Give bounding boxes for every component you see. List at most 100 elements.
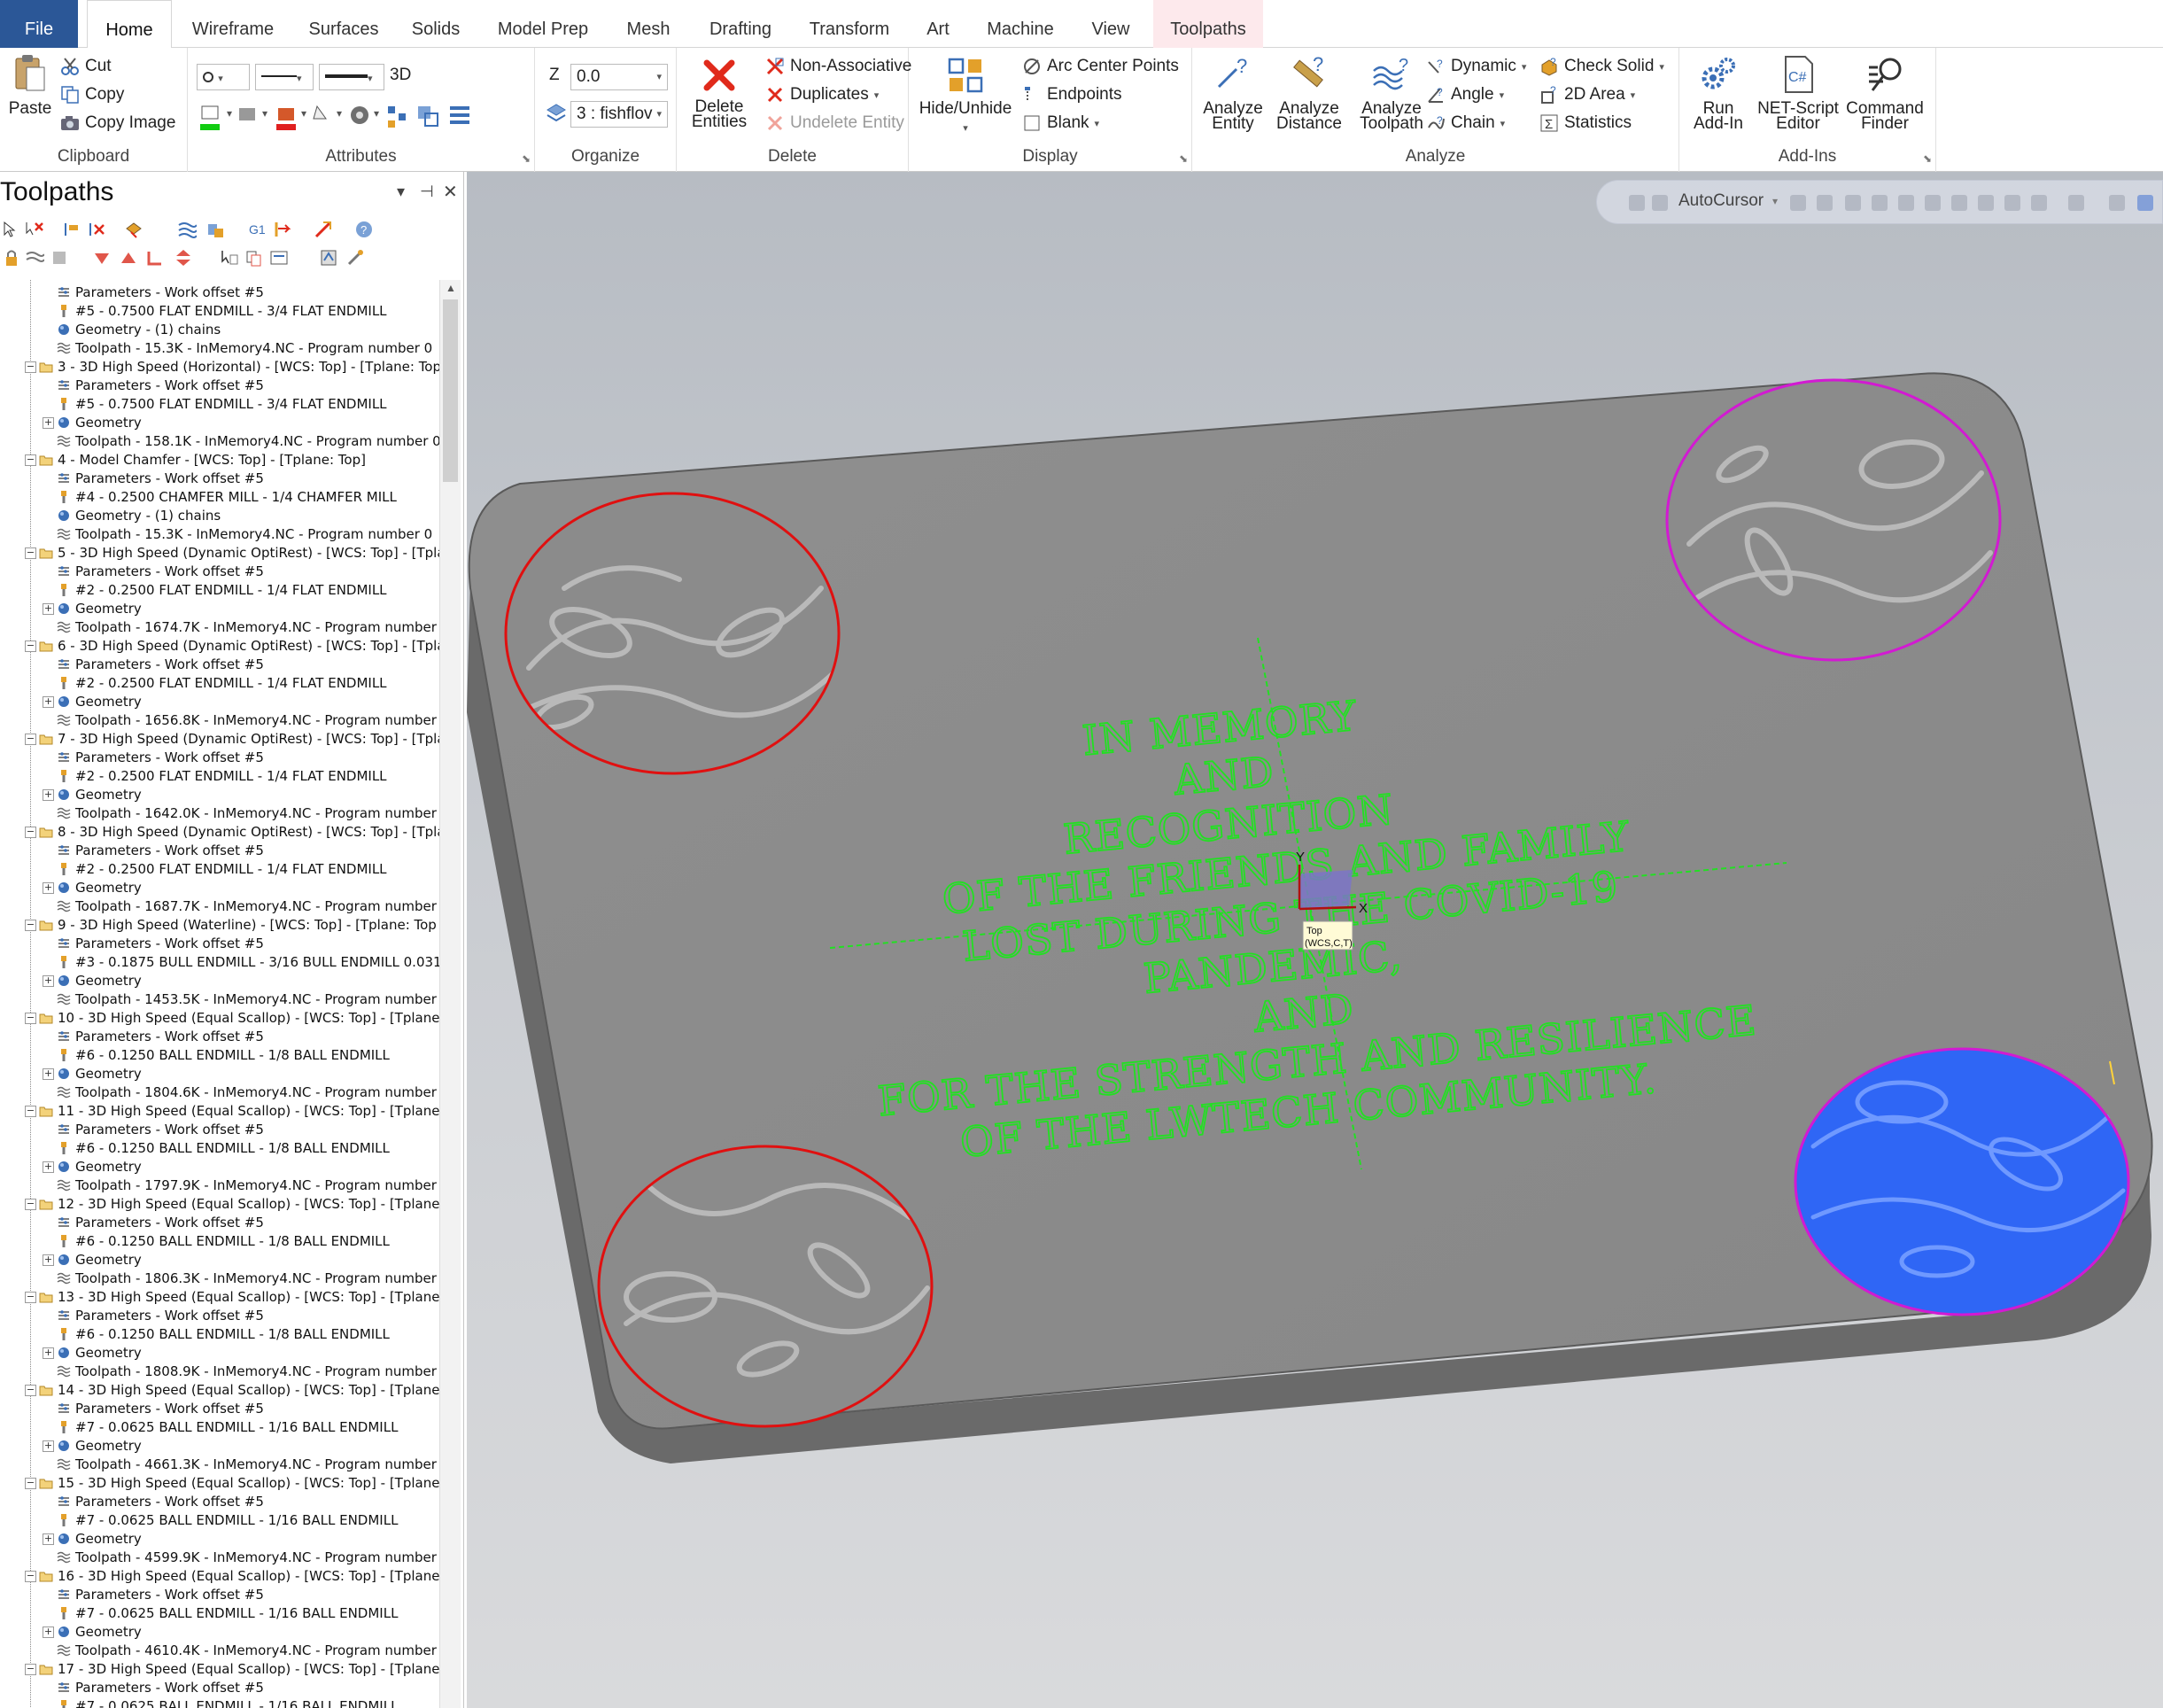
z-depth-input[interactable]: 0.0 ▾	[570, 64, 668, 90]
tree-toolpath-item[interactable]: Toolpath - 1656.8K - InMemory4.NC - Prog…	[57, 711, 439, 730]
tree-tool-item[interactable]: #3 - 0.1875 BULL ENDMILL - 3/16 BULL END…	[57, 953, 439, 972]
tree-operation-item[interactable]: 5 - 3D High Speed (Dynamic OptiRest) - […	[39, 544, 439, 563]
paste-button[interactable]: Paste	[5, 53, 55, 117]
copy-operation-icon[interactable]	[244, 248, 264, 268]
tab-transform[interactable]: Transform	[802, 0, 896, 48]
tree-toolpath-item[interactable]: Toolpath - 1674.7K - InMemory4.NC - Prog…	[57, 618, 439, 637]
deselect-operations-icon[interactable]	[25, 220, 44, 239]
tree-operation-item[interactable]: 11 - 3D High Speed (Equal Scallop) - [WC…	[39, 1102, 439, 1121]
tree-toolpath-item[interactable]: Toolpath - 1453.5K - InMemory4.NC - Prog…	[57, 990, 439, 1009]
tree-tool-item[interactable]: #7 - 0.0625 BALL ENDMILL - 1/16 BALL END…	[57, 1697, 398, 1708]
tree-toolpath-item[interactable]: Toolpath - 4661.3K - InMemory4.NC - Prog…	[57, 1456, 439, 1474]
tree-operation-item[interactable]: 16 - 3D High Speed (Equal Scallop) - [WC…	[39, 1567, 439, 1586]
tab-solids[interactable]: Solids	[400, 0, 471, 48]
delete-entities-button[interactable]: Delete Entities	[682, 58, 756, 130]
tree-toolpath-item[interactable]: Toolpath - 1797.9K - InMemory4.NC - Prog…	[57, 1176, 439, 1195]
tree-geometry-item[interactable]: Geometry	[57, 786, 142, 804]
model-scene[interactable]: IN MEMORY AND RECOGNITION OF THE FRIENDS…	[467, 172, 2163, 1708]
wireframe-select-icon[interactable]	[1872, 195, 1888, 211]
tree-operation-item[interactable]: 8 - 3D High Speed (Dynamic OptiRest) - […	[39, 823, 439, 842]
tab-home[interactable]: Home	[87, 0, 172, 49]
simulate-icon[interactable]	[205, 220, 225, 239]
expand-toggle[interactable]: +	[43, 1068, 54, 1080]
line-style-select[interactable]: ▾	[255, 64, 314, 90]
tree-geometry-item[interactable]: Geometry	[57, 1251, 142, 1269]
tree-tool-item[interactable]: #2 - 0.2500 FLAT ENDMILL - 1/4 FLAT ENDM…	[57, 674, 387, 693]
tool-manager-icon[interactable]	[345, 248, 365, 268]
tree-operation-item[interactable]: 17 - 3D High Speed (Equal Scallop) - [WC…	[39, 1660, 439, 1679]
tree-parameters-item[interactable]: Parameters - Work offset #5	[57, 1028, 264, 1046]
statistics-button[interactable]: Σ Statistics	[1539, 113, 1632, 133]
tree-toolpath-item[interactable]: Toolpath - 15.3K - InMemory4.NC - Progra…	[57, 525, 432, 544]
expand-toggle[interactable]: +	[43, 603, 54, 615]
hide-unhide-button[interactable]: Hide/Unhide ▾	[914, 57, 1017, 136]
tree-toolpath-item[interactable]: Toolpath - 4610.4K - InMemory4.NC - Prog…	[57, 1642, 439, 1660]
regenerate-selected-icon[interactable]	[62, 220, 81, 239]
toggle-posting-icon[interactable]	[50, 248, 69, 268]
undelete-entity-button[interactable]: Undelete Entity	[765, 113, 904, 133]
tree-operation-item[interactable]: 14 - 3D High Speed (Equal Scallop) - [WC…	[39, 1381, 439, 1400]
mode-3d-toggle[interactable]: 3D	[390, 66, 411, 85]
mesh-select-icon[interactable]	[1978, 195, 1994, 211]
verify-select-icon[interactable]	[2004, 195, 2020, 211]
tree-tool-item[interactable]: #7 - 0.0625 BALL ENDMILL - 1/16 BALL END…	[57, 1511, 398, 1530]
expand-toggle[interactable]: +	[43, 882, 54, 894]
selection-mode-icon[interactable]	[2109, 195, 2125, 211]
tab-toolpaths[interactable]: Toolpaths	[1153, 0, 1263, 48]
tree-toolpath-item[interactable]: Toolpath - 1687.7K - InMemory4.NC - Prog…	[57, 897, 439, 916]
autocursor-lock-icon[interactable]	[1629, 195, 1645, 211]
autocursor-point-icon[interactable]	[1652, 195, 1668, 211]
quick-mask-icon[interactable]	[2137, 195, 2153, 211]
copy-button[interactable]: Copy	[60, 85, 124, 105]
regenerate-dirty-icon[interactable]	[87, 220, 106, 239]
collapse-toggle[interactable]: −	[25, 1664, 36, 1675]
tree-scrollbar[interactable]: ▲	[439, 280, 461, 1708]
chain-button[interactable]: ? Chain ▾	[1426, 113, 1505, 133]
tree-operation-item[interactable]: 15 - 3D High Speed (Equal Scallop) - [WC…	[39, 1474, 439, 1493]
blank-button[interactable]: Blank ▾	[1022, 113, 1099, 133]
angle-button[interactable]: ? Angle ▾	[1426, 85, 1504, 105]
tree-parameters-item[interactable]: Parameters - Work offset #5	[57, 283, 264, 302]
tree-geometry-item[interactable]: Geometry	[57, 1065, 142, 1083]
expand-toggle[interactable]: +	[43, 975, 54, 987]
help-icon[interactable]: ?	[354, 220, 374, 239]
expand-toggle[interactable]: +	[43, 789, 54, 801]
backplot-icon[interactable]	[124, 220, 143, 239]
line-width-select[interactable]: ▾	[319, 64, 384, 90]
non-associative-button[interactable]: Non-Associative	[765, 57, 911, 76]
relief-medallion-top-left[interactable]	[504, 492, 841, 775]
tree-operation-item[interactable]: 12 - 3D High Speed (Equal Scallop) - [WC…	[39, 1195, 439, 1214]
tree-parameters-item[interactable]: Parameters - Work offset #5	[57, 842, 264, 860]
duplicates-button[interactable]: Duplicates ▾	[765, 85, 879, 105]
select-all-operations-icon[interactable]	[2, 220, 21, 239]
tree-toolpath-item[interactable]: Toolpath - 15.3K - InMemory4.NC - Progra…	[57, 339, 432, 358]
tree-geometry-item[interactable]: Geometry - (1) chains	[57, 507, 221, 525]
endpoints-button[interactable]: Endpoints	[1022, 85, 1122, 105]
tree-geometry-item[interactable]: Geometry	[57, 879, 142, 897]
highfeed-icon[interactable]	[314, 220, 333, 239]
tree-toolpath-item[interactable]: Toolpath - 1642.0K - InMemory4.NC - Prog…	[57, 804, 439, 823]
tab-wireframe[interactable]: Wireframe	[181, 0, 285, 48]
tree-geometry-item[interactable]: Geometry	[57, 972, 142, 990]
tree-parameters-item[interactable]: Parameters - Work offset #5	[57, 935, 264, 953]
tree-geometry-item[interactable]: Geometry	[57, 1158, 142, 1176]
tab-file[interactable]: File	[0, 0, 78, 48]
lock-icon[interactable]	[2, 248, 21, 268]
expand-toggle[interactable]: +	[43, 1161, 54, 1173]
tree-scroll-thumb[interactable]	[443, 299, 458, 482]
tab-model-prep[interactable]: Model Prep	[489, 0, 597, 48]
tree-toolpath-item[interactable]: Toolpath - 1806.3K - InMemory4.NC - Prog…	[57, 1269, 439, 1288]
collapse-toggle[interactable]: −	[25, 1571, 36, 1582]
tree-parameters-item[interactable]: Parameters - Work offset #5	[57, 470, 264, 488]
tree-toolpath-item[interactable]: Toolpath - 1808.9K - InMemory4.NC - Prog…	[57, 1363, 439, 1381]
tree-toolpath-item[interactable]: Toolpath - 1804.6K - InMemory4.NC - Prog…	[57, 1083, 439, 1102]
tree-geometry-item[interactable]: Geometry	[57, 1437, 142, 1456]
tree-tool-item[interactable]: #6 - 0.1250 BALL ENDMILL - 1/8 BALL ENDM…	[57, 1232, 390, 1251]
gcode-icon[interactable]: G1	[248, 220, 267, 239]
tree-parameters-item[interactable]: Parameters - Work offset #5	[57, 563, 264, 581]
tree-toolpath-item[interactable]: Toolpath - 4599.9K - InMemory4.NC - Prog…	[57, 1549, 439, 1567]
collapse-toggle[interactable]: −	[25, 361, 36, 373]
tree-geometry-item[interactable]: Geometry	[57, 693, 142, 711]
fast-point-icon[interactable]	[1817, 195, 1833, 211]
collapse-toggle[interactable]: −	[25, 1385, 36, 1396]
